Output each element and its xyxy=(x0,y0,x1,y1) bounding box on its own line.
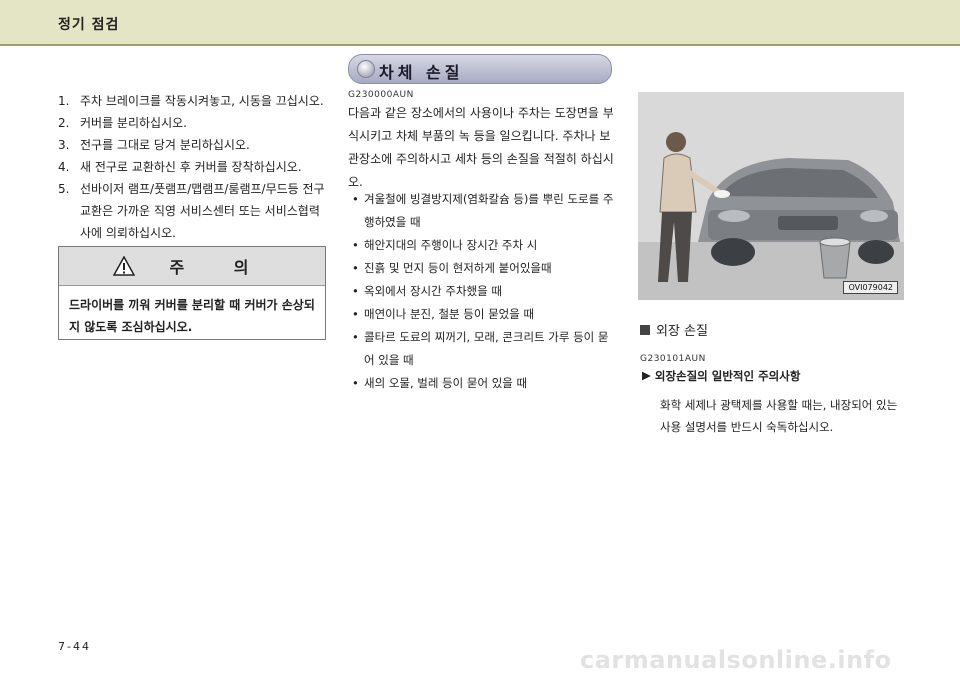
bullet-dot-icon: • xyxy=(352,192,359,206)
list-number: 3. xyxy=(58,138,70,152)
section-title-pill: 차체 손질 xyxy=(348,54,612,84)
bullet-text: 콜타르 도료의 찌꺼기, 모래, 콘크리트 가루 등이 묻어 있을 때 xyxy=(364,330,609,367)
list-text: 새 전구로 교환하신 후 커버를 장착하십시오. xyxy=(80,160,302,174)
bullet-dot-icon: • xyxy=(352,261,359,275)
list-item: • 콜타르 도료의 찌꺼기, 모래, 콘크리트 가루 등이 묻어 있을 때 xyxy=(348,326,618,372)
bullet-dot-icon: • xyxy=(352,238,359,252)
header-bar xyxy=(0,0,960,44)
list-text: 선바이저 램프/풋램프/맵램프/룸램프/무드등 전구교환은 가까운 직영 서비스… xyxy=(80,182,325,240)
section-code: G230101AUN xyxy=(640,354,706,364)
list-item: • 매연이나 분진, 철분 등이 묻었을 때 xyxy=(348,303,618,326)
bullet-dot-icon: • xyxy=(352,330,359,344)
section-heading-text: 외장 손질 xyxy=(656,324,708,339)
list-item: 5. 선바이저 램프/풋램프/맵램프/룸램프/무드등 전구교환은 가까운 직영 … xyxy=(58,178,330,244)
bullet-text: 옥외에서 장시간 주차했을 때 xyxy=(364,284,502,298)
bullet-text: 새의 오물, 벌레 등이 묻어 있을 때 xyxy=(364,376,528,390)
body-paragraph: 화학 세제나 광택제를 사용할 때는, 내장되어 있는 사용 설명서를 반드시 … xyxy=(660,398,898,434)
watermark: carmanualsonline.info xyxy=(580,646,892,674)
list-item: • 해안지대의 주행이나 장시간 주차 시 xyxy=(348,234,618,257)
body-paragraph: 다음과 같은 장소에서의 사용이나 주차는 도장면을 부식시키고 차체 부품의 … xyxy=(348,106,614,189)
list-number: 4. xyxy=(58,160,70,174)
car-illustration xyxy=(638,92,904,300)
list-number: 2. xyxy=(58,116,70,130)
list-number: 5. xyxy=(58,182,70,196)
list-text: 커버를 분리하십시오. xyxy=(80,116,187,130)
list-item: • 진흙 및 먼지 등이 현저하게 붙어있을때 xyxy=(348,257,618,280)
caution-text: 드라이버를 끼워 커버를 분리할 때 커버가 손상되지 않도록 조심하십시오. xyxy=(69,298,315,334)
bullet-text: 매연이나 분진, 철분 등이 묻었을 때 xyxy=(364,307,535,321)
list-text: 전구를 그대로 당겨 분리하십시오. xyxy=(80,138,250,152)
list-text: 주차 브레이크를 작동시켜놓고, 시동을 끄십시오. xyxy=(80,94,324,108)
section-code: G230000AUN xyxy=(348,90,414,100)
bullet-text: 진흙 및 먼지 등이 현저하게 붙어있을때 xyxy=(364,261,552,275)
square-bullet-icon xyxy=(640,324,650,335)
list-item: 3. 전구를 그대로 당겨 분리하십시오. xyxy=(58,134,330,156)
image-code: OVI079042 xyxy=(843,281,898,294)
bullet-dot-icon: • xyxy=(352,376,359,390)
list-number: 1. xyxy=(58,94,70,108)
section-heading: 외장 손질 xyxy=(640,320,708,339)
list-item: • 새의 오물, 벌레 등이 묻어 있을 때 xyxy=(348,372,618,395)
bullet-list: • 겨울철에 빙결방지제(염화칼슘 등)를 뿌린 도로를 주행하였을 때 • 해안지… xyxy=(348,188,618,395)
bullet-dot-icon: • xyxy=(352,307,359,321)
section-title: 차체 손질 xyxy=(379,63,464,82)
list-item: 2. 커버를 분리하십시오. xyxy=(58,112,330,134)
list-item: • 옥외에서 장시간 주차했을 때 xyxy=(348,280,618,303)
header-title: 정기 점검 xyxy=(58,17,120,33)
list-item: • 겨울철에 빙결방지제(염화칼슘 등)를 뿌린 도로를 주행하였을 때 xyxy=(348,188,618,234)
bullet-icon xyxy=(357,60,375,78)
bullet-dot-icon: • xyxy=(352,284,359,298)
list-item: 4. 새 전구로 교환하신 후 커버를 장착하십시오. xyxy=(58,156,330,178)
step-list: 1. 주차 브레이크를 작동시켜놓고, 시동을 끄십시오. 2. 커버를 분리하… xyxy=(58,90,330,244)
bullet-text: 겨울철에 빙결방지제(염화칼슘 등)를 뿌린 도로를 주행하였을 때 xyxy=(364,192,614,229)
list-item: 1. 주차 브레이크를 작동시켜놓고, 시동을 끄십시오. xyxy=(58,90,330,112)
caution-header: 주 의 xyxy=(59,247,325,286)
subheading: ▶ 외장손질의 일반적인 주의사항 xyxy=(642,368,800,384)
bullet-text: 해안지대의 주행이나 장시간 주차 시 xyxy=(364,238,538,252)
caution-box: 주 의 드라이버를 끼워 커버를 분리할 때 커버가 손상되지 않도록 조심하십… xyxy=(58,246,326,340)
header-divider xyxy=(0,44,960,46)
subheading-text: 외장손질의 일반적인 주의사항 xyxy=(654,369,801,383)
arrow-icon: ▶ xyxy=(642,368,651,382)
caution-title: 주 의 xyxy=(169,258,271,277)
car-washing-photo: OVI079042 xyxy=(638,92,904,300)
page-number: 7-44 xyxy=(58,640,91,653)
warning-icon xyxy=(113,256,136,276)
